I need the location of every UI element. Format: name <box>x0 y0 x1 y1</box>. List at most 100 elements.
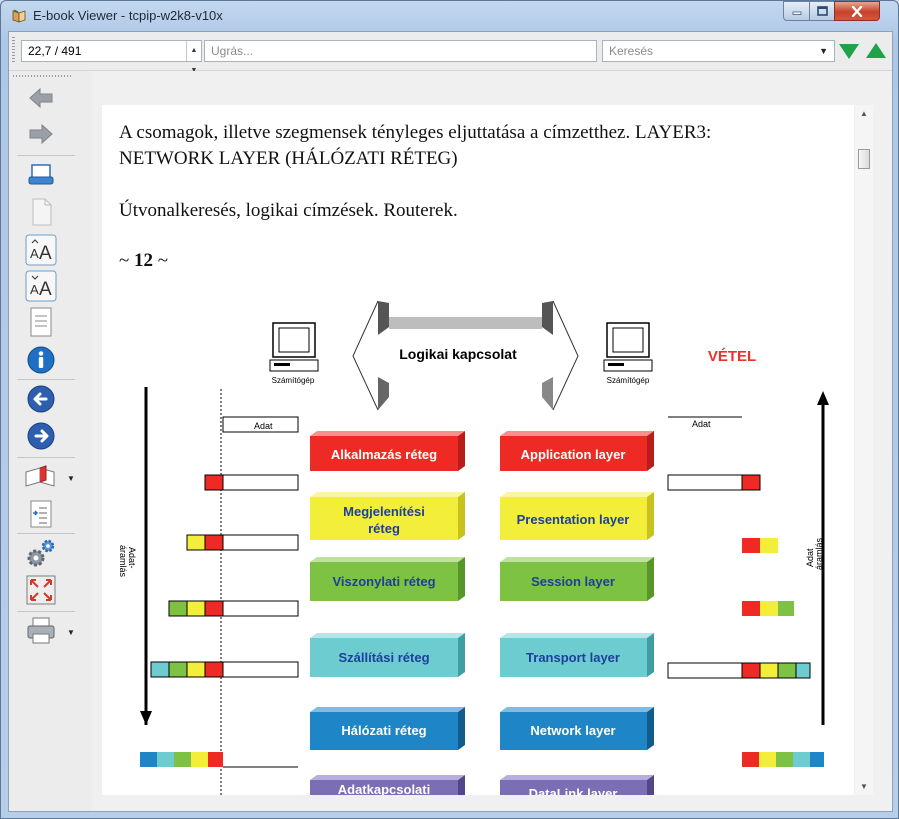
close-button[interactable] <box>834 1 880 21</box>
layer-label-right: Application layer <box>521 447 626 462</box>
layer-label-left: Adatkapcsolati <box>338 782 430 795</box>
flow-label-right-2: áramlás <box>814 537 824 570</box>
scroll-down-icon[interactable]: ▼ <box>855 782 873 791</box>
next-page-icon <box>27 422 55 450</box>
fullscreen-icon <box>26 575 56 605</box>
minimize-icon <box>792 11 801 15</box>
search-combobox[interactable]: Keresés ▼ <box>602 40 835 62</box>
next-page-button[interactable] <box>21 419 61 453</box>
layer-label-left: Viszonylati réteg <box>332 574 435 589</box>
info-button[interactable] <box>21 343 61 377</box>
data-label-right: Adat <box>692 419 711 429</box>
print-button[interactable] <box>21 614 61 648</box>
sidebar-toolbar: AA AA ▼ ▼ <box>9 71 91 811</box>
close-icon <box>851 5 863 17</box>
svg-text:A: A <box>30 246 39 261</box>
info-icon <box>27 346 55 374</box>
settings-icon <box>27 539 55 567</box>
position-stepper[interactable]: ▲ ▼ <box>186 41 201 74</box>
ebook-viewer-window: E-book Viewer - tcpip-w2k8-v10x 22,7 / 4… <box>0 0 899 819</box>
previous-page-icon <box>27 385 55 413</box>
layer-label-right: DataLink layer <box>529 786 618 795</box>
print-layout-icon <box>28 164 54 185</box>
layer-label-left: Megjelenítési <box>343 504 425 519</box>
step-up-icon[interactable]: ▲ <box>187 41 201 61</box>
flow-label-left-2: áramlás <box>118 545 128 578</box>
bookmarks-button[interactable] <box>21 460 61 494</box>
document-view: A csomagok, illetve szegmensek tényleges… <box>91 71 892 811</box>
document-button[interactable] <box>21 305 61 339</box>
forward-button[interactable] <box>21 117 61 151</box>
print-icon <box>27 617 55 644</box>
goto-input[interactable]: Ugrás... <box>204 40 597 62</box>
forward-icon <box>29 123 53 145</box>
sidebar-separator <box>17 457 75 458</box>
layer-label-right: Session layer <box>531 574 615 589</box>
font-larger-icon: AA <box>25 234 57 266</box>
sidebar-separator <box>17 533 75 534</box>
settings-button[interactable] <box>21 536 61 570</box>
copy-icon <box>32 198 52 226</box>
ebook-app-icon <box>12 9 26 23</box>
search-placeholder: Keresés <box>609 44 654 58</box>
client-area: 22,7 / 491 ▲ ▼ Ugrás... Keresés ▼ <box>8 31 893 812</box>
send-arrowhead <box>140 711 152 725</box>
svg-text:A: A <box>39 243 52 264</box>
window-title: E-book Viewer - tcpip-w2k8-v10x <box>33 8 223 23</box>
layer-label-left: réteg <box>368 521 400 536</box>
minimize-button[interactable] <box>783 1 810 21</box>
scrollbar-thumb[interactable] <box>858 149 870 169</box>
title-bar[interactable]: E-book Viewer - tcpip-w2k8-v10x <box>1 1 898 31</box>
table-of-contents-icon <box>30 500 52 528</box>
svg-text:A: A <box>39 279 52 300</box>
maximize-icon <box>816 6 828 16</box>
sidebar-separator <box>17 379 75 380</box>
layer-label-right: Transport layer <box>526 650 620 665</box>
top-toolbar: 22,7 / 491 ▲ ▼ Ugrás... Keresés ▼ <box>9 32 892 74</box>
data-label-left: Adat <box>254 421 273 431</box>
receive-arrowhead <box>817 391 829 405</box>
logical-connection-label: Logikai kapcsolat <box>399 346 517 362</box>
previous-page-button[interactable] <box>21 382 61 416</box>
table-of-contents-button[interactable] <box>21 497 61 531</box>
back-icon <box>29 87 53 109</box>
page-position-spinbox[interactable]: 22,7 / 491 ▲ ▼ <box>21 40 202 74</box>
back-button[interactable] <box>21 81 61 115</box>
layer-label-right: Presentation layer <box>517 512 630 527</box>
layer-label-left: Alkalmazás réteg <box>331 447 437 462</box>
receive-label: VÉTEL <box>708 348 756 365</box>
find-previous-icon[interactable] <box>866 43 886 58</box>
svg-text:A: A <box>30 282 39 297</box>
layer-label-left: Hálózati réteg <box>341 723 426 738</box>
maximize-button[interactable] <box>809 1 835 21</box>
sidebar-separator <box>17 611 75 612</box>
scroll-up-icon[interactable]: ▲ <box>855 109 873 118</box>
bookmarks-icon <box>25 465 55 487</box>
encapsulation-left <box>140 474 299 768</box>
sidebar-grip[interactable] <box>13 75 71 77</box>
print-layout-button[interactable] <box>21 159 61 193</box>
computer-right-icon <box>603 322 653 372</box>
bookmarks-dropdown-icon[interactable]: ▼ <box>67 474 75 483</box>
font-smaller-button[interactable]: AA <box>21 269 61 303</box>
page-position-value: 22,7 / 491 <box>28 44 82 58</box>
fullscreen-button[interactable] <box>21 573 61 607</box>
ebook-page[interactable]: A csomagok, illetve szegmensek tényleges… <box>102 105 854 795</box>
layer-label-left: Szállítási réteg <box>338 650 429 665</box>
sidebar-separator <box>17 155 75 156</box>
font-smaller-icon: AA <box>25 270 57 302</box>
osi-diagram: Logikai kapcsolat Számítógép Számítógép … <box>118 300 829 795</box>
vertical-scrollbar[interactable]: ▲ ▼ <box>855 105 873 795</box>
encapsulation-right <box>667 474 824 767</box>
document-icon <box>30 307 52 337</box>
copy-button[interactable] <box>21 195 61 229</box>
layer-label-right: Network layer <box>530 723 615 738</box>
chevron-down-icon[interactable]: ▼ <box>819 41 828 61</box>
print-dropdown-icon[interactable]: ▼ <box>67 628 75 637</box>
find-next-icon[interactable] <box>839 44 859 59</box>
font-larger-button[interactable]: AA <box>21 233 61 267</box>
computer-left-icon <box>269 322 319 372</box>
computer-label-right: Számítógép <box>607 376 650 385</box>
toolbar-grip[interactable] <box>12 37 15 63</box>
computer-label-left: Számítógép <box>272 376 315 385</box>
